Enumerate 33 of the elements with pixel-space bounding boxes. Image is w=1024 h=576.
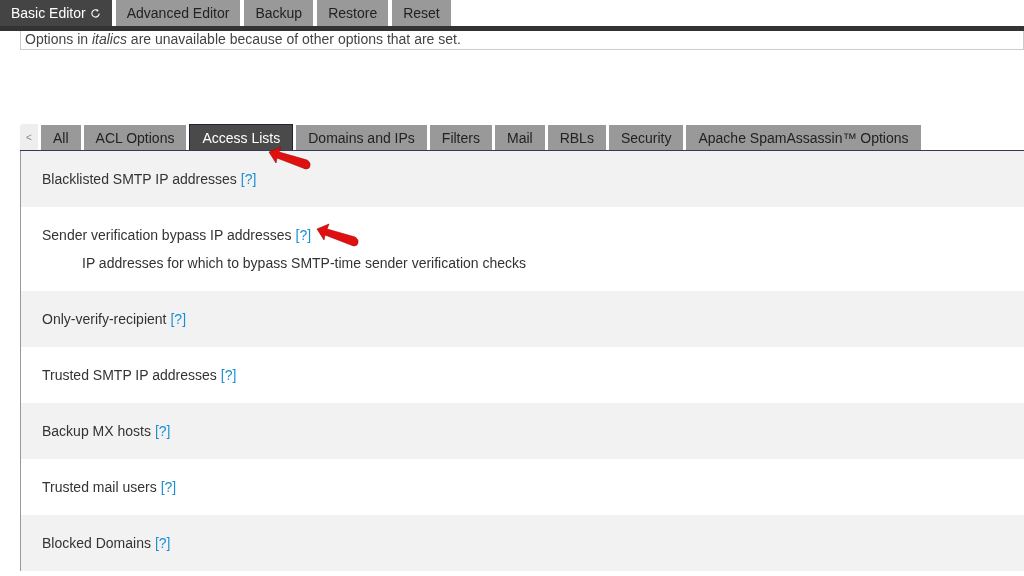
help-link[interactable]: [?]: [170, 311, 187, 327]
setting-label: Blocked Domains: [42, 535, 151, 551]
section-tab[interactable]: Filters: [429, 125, 492, 150]
setting-label: Trusted SMTP IP addresses: [42, 367, 217, 383]
section-tab[interactable]: Access Lists: [189, 124, 294, 150]
section-tab[interactable]: All: [41, 125, 81, 150]
help-link[interactable]: [?]: [154, 423, 171, 439]
setting-label: Blacklisted SMTP IP addresses: [42, 171, 237, 187]
section-tab[interactable]: Apache SpamAssassin™ Options: [686, 125, 921, 150]
pointer-arrow: [267, 146, 314, 172]
editor-tab[interactable]: Backup: [244, 0, 314, 26]
help-link[interactable]: [?]: [220, 367, 237, 383]
scroll-left-button[interactable]: <: [20, 124, 38, 150]
section-tab[interactable]: RBLs: [547, 125, 606, 150]
help-link[interactable]: [?]: [295, 227, 312, 243]
editor-tab[interactable]: Basic Editor: [0, 0, 112, 26]
setting-description: IP addresses for which to bypass SMTP-time sender verification checks: [82, 255, 528, 271]
setting-label: Sender verification bypass IP addresses: [42, 227, 292, 243]
section-tab[interactable]: Domains and IPs: [296, 125, 427, 150]
section-tab[interactable]: Mail: [494, 125, 545, 150]
section-tab[interactable]: ACL Options: [83, 125, 187, 150]
help-link[interactable]: [?]: [240, 171, 257, 187]
editor-tab[interactable]: Restore: [317, 0, 389, 26]
help-link[interactable]: [?]: [160, 479, 177, 495]
setting-label: Trusted mail users: [42, 479, 157, 495]
setting-label: Backup MX hosts: [42, 423, 151, 439]
section-tab[interactable]: Security: [608, 125, 684, 150]
notice-text: Options in italics are unavailable because of other options that are set.: [25, 31, 461, 47]
setting-label: Only-verify-recipient: [42, 311, 167, 327]
editor-tab[interactable]: Reset: [392, 0, 451, 26]
help-link[interactable]: [?]: [154, 535, 171, 551]
pointer-arrow: [315, 223, 362, 249]
editor-tab[interactable]: Advanced Editor: [115, 0, 241, 26]
